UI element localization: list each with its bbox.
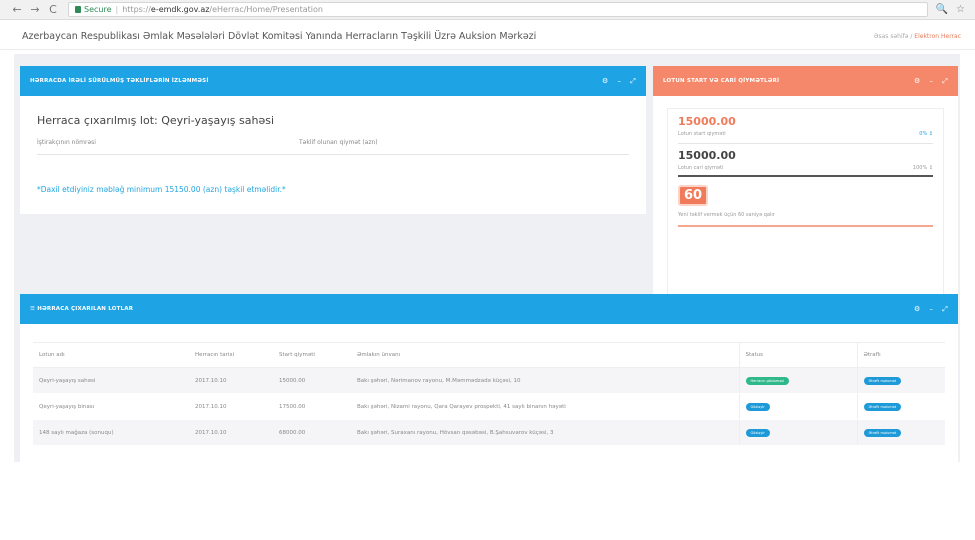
- offers-panel-header: HƏRRACDA İRƏLİ SÜRÜLMÜŞ TƏKLİFLƏRİN İZLƏ…: [20, 66, 646, 96]
- offers-table-header: İştirakçının nömrəsi Təklif olunan qiymə…: [37, 139, 629, 155]
- lots-panel-header: ☰ HƏRRACA ÇIXARILAN LOTLAR ⚙ – ⤢: [20, 294, 958, 324]
- table-row: Qeyri-yaşayış binası 2017.10.10 17500.00…: [33, 393, 945, 420]
- status-badge: Gözləyir: [745, 428, 770, 437]
- current-price-label: Lotun cari qiyməti: [678, 165, 724, 171]
- page-title: Azerbaycan Respublikası Əmlak Məsələləri…: [22, 31, 537, 42]
- start-price-pct: 0% ↕: [919, 131, 933, 137]
- url-scheme: https://: [122, 5, 151, 14]
- start-price-cell: 15000.00: [273, 367, 351, 394]
- expand-icon[interactable]: ⤢: [942, 77, 948, 86]
- current-price-pct: 100% ↕: [912, 165, 933, 171]
- prices-panel: LOTUN START VƏ CARİ QİYMƏTLƏRİ ⚙ – ⤢ 150…: [653, 66, 958, 304]
- browser-toolbar: ← → C Secure | https:// e-emdk.gov.az /e…: [0, 0, 975, 20]
- current-price: 15000.00: [678, 149, 736, 162]
- breadcrumb-separator: /: [910, 33, 913, 40]
- detail-cell: Ətraflı məlumat: [856, 393, 945, 420]
- table-header-row: Lotun adı Herracın tarixi Start qiyməti …: [33, 342, 945, 368]
- status-cell: Herracın gözləməsi: [738, 367, 857, 394]
- lots-panel-body: Lotun adı Herracın tarixi Start qiyməti …: [20, 324, 958, 486]
- detail-cell: Ətraflı məlumat: [856, 419, 945, 446]
- timer-bar: [678, 225, 933, 227]
- lot-name: Qeyri-yaşayış binası: [33, 393, 189, 420]
- col-auction-date: Herracın tarixi: [189, 342, 273, 368]
- start-price: 15000.00: [678, 115, 736, 128]
- col-participant: İştirakçının nömrəsi: [37, 139, 96, 146]
- settings-icon[interactable]: ⚙: [914, 305, 920, 314]
- timer-note: Yeni təklif vermek üçün 60 saniyə qalır: [678, 212, 775, 218]
- lot-name: Qeyri-yaşayış sahəsi: [33, 367, 189, 394]
- url-path: /eHerrac/Home/Presentation: [209, 5, 323, 14]
- url-host: e-emdk.gov.az: [150, 5, 210, 14]
- status-badge: Gözləyir: [745, 402, 770, 411]
- start-price-cell: 68000.00: [273, 419, 351, 446]
- breadcrumb: Əsas səhifə / Elektron Herrac: [874, 33, 961, 40]
- table-row: Qeyri-yaşayış sahəsi 2017.10.10 15000.00…: [33, 367, 945, 394]
- status-cell: Gözləyir: [738, 419, 857, 446]
- divider: [678, 143, 933, 144]
- breadcrumb-current: Elektron Herrac: [914, 33, 961, 40]
- expand-icon[interactable]: ⤢: [942, 305, 948, 314]
- details-button[interactable]: Ətraflı məlumat: [863, 402, 902, 411]
- start-price-cell: 17500.00: [273, 393, 351, 420]
- prices-panel-body: 15000.00 Lotun start qiyməti 0% ↕ 15000.…: [653, 96, 958, 304]
- offers-panel: HƏRRACDA İRƏLİ SÜRÜLMÜŞ TƏKLİFLƏRİN İZLƏ…: [20, 66, 646, 214]
- minimize-icon[interactable]: –: [929, 305, 933, 314]
- col-start-price: Start qiyməti: [273, 342, 351, 368]
- address-bar[interactable]: Secure | https:// e-emdk.gov.az /eHerrac…: [68, 2, 928, 17]
- current-price-bar: [678, 175, 933, 177]
- auction-date: 2017.10.10: [189, 393, 273, 420]
- address-cell: Bakı şəhəri, Suraxanı rayonu, Hövsan qəs…: [351, 419, 739, 446]
- page-header: Azerbaycan Respublikası Əmlak Məsələləri…: [0, 24, 975, 50]
- lots-panel: ☰ HƏRRACA ÇIXARILAN LOTLAR ⚙ – ⤢ Lotun a…: [20, 294, 958, 486]
- countdown-timer: 60: [678, 185, 709, 206]
- col-detail: Ətraflı: [856, 342, 945, 368]
- lock-icon: [75, 6, 81, 13]
- address-cell: Bakı şəhəri, Nərimanov rayonu, M.Məmmədz…: [351, 367, 739, 394]
- details-button[interactable]: Ətraflı məlumat: [863, 428, 902, 437]
- lot-name: 148 saylı mağaza (sonuqu): [33, 419, 189, 446]
- settings-icon[interactable]: ⚙: [602, 77, 608, 86]
- url-separator: |: [115, 5, 119, 14]
- detail-cell: Ətraflı məlumat: [856, 367, 945, 394]
- reload-icon[interactable]: C: [46, 3, 60, 16]
- status-cell: Gözləyir: [738, 393, 857, 420]
- back-icon[interactable]: ←: [10, 3, 24, 16]
- col-offer: Təklif olunan qiymət (azn): [299, 139, 378, 146]
- breadcrumb-home[interactable]: Əsas səhifə: [874, 33, 909, 40]
- secure-label: Secure: [84, 5, 112, 14]
- start-price-label: Lotun start qiyməti: [678, 131, 726, 137]
- details-button[interactable]: Ətraflı məlumat: [863, 376, 902, 385]
- col-lot-name: Lotun adı: [33, 342, 189, 368]
- minimum-bid-notice: *Daxil etdiyiniz məbləğ minimum 15150.00…: [37, 185, 286, 194]
- price-stats: 15000.00 Lotun start qiyməti 0% ↕ 15000.…: [667, 108, 944, 298]
- lots-table: Lotun adı Herracın tarixi Start qiyməti …: [33, 342, 945, 446]
- forward-icon[interactable]: →: [28, 3, 42, 16]
- offers-panel-title: HƏRRACDA İRƏLİ SÜRÜLMÜŞ TƏKLİFLƏRİN İZLƏ…: [30, 78, 209, 84]
- col-status: Status: [738, 342, 857, 368]
- prices-panel-header: LOTUN START VƏ CARİ QİYMƏTLƏRİ ⚙ – ⤢: [653, 66, 958, 96]
- col-address: Əmlakın ünvanı: [351, 342, 739, 368]
- minimize-icon[interactable]: –: [617, 77, 621, 86]
- auction-date: 2017.10.10: [189, 419, 273, 446]
- prices-panel-title: LOTUN START VƏ CARİ QİYMƏTLƏRİ: [663, 78, 780, 84]
- settings-icon[interactable]: ⚙: [914, 77, 920, 86]
- lots-panel-title: ☰ HƏRRACA ÇIXARILAN LOTLAR: [30, 306, 134, 312]
- zoom-icon[interactable]: 🔍: [936, 4, 948, 15]
- star-icon[interactable]: ☆: [956, 4, 965, 15]
- table-row: 148 saylı mağaza (sonuqu) 2017.10.10 680…: [33, 419, 945, 446]
- lot-title: Herraca çıxarılmış lot: Qeyri-yaşayış sa…: [37, 114, 275, 127]
- expand-icon[interactable]: ⤢: [630, 77, 636, 86]
- address-cell: Bakı şəhəri, Nizami rayonu, Qara Qarayev…: [351, 393, 739, 420]
- minimize-icon[interactable]: –: [929, 77, 933, 86]
- auction-date: 2017.10.10: [189, 367, 273, 394]
- status-badge: Herracın gözləməsi: [745, 376, 790, 385]
- offers-panel-body: Herraca çıxarılmış lot: Qeyri-yaşayış sa…: [20, 96, 646, 214]
